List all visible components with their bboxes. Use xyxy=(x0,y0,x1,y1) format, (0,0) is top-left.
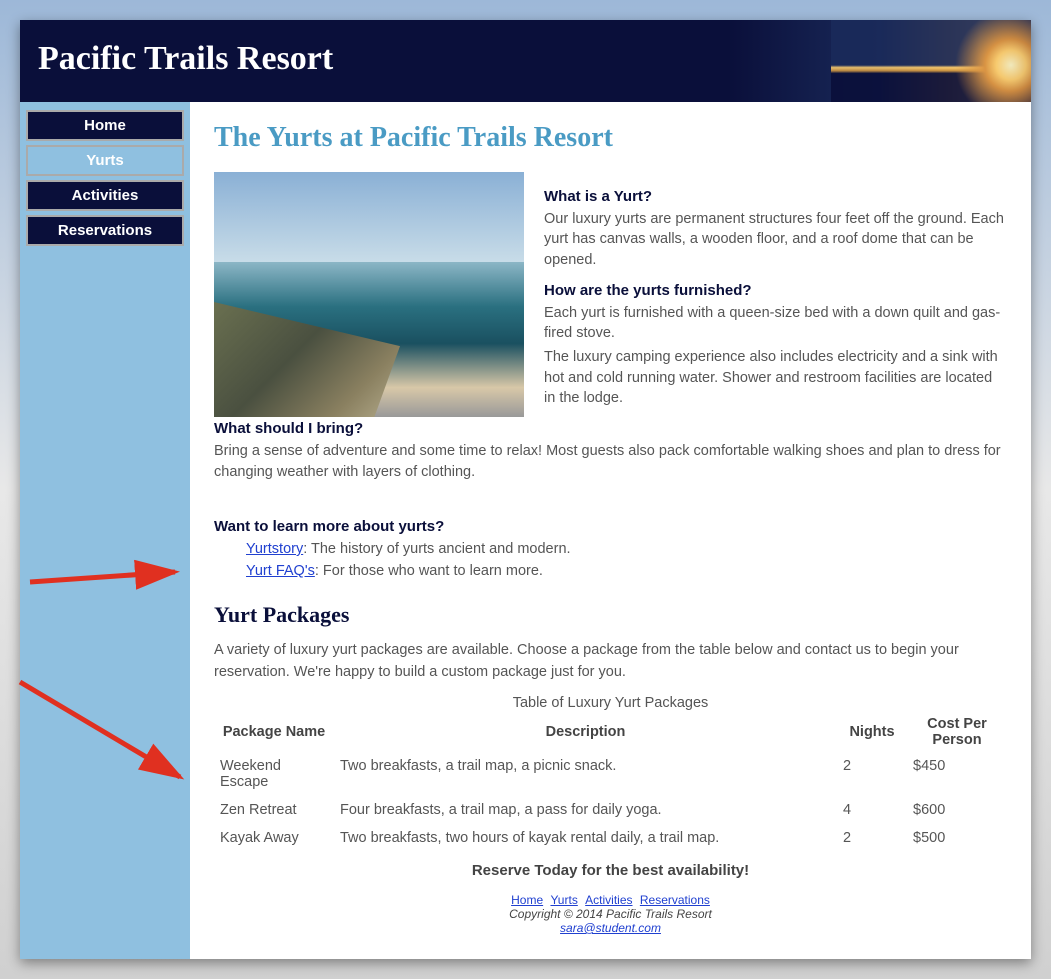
table-cell: $500 xyxy=(907,824,1007,852)
table-header: Cost Per Person xyxy=(907,712,1007,752)
nav-item-home[interactable]: Home xyxy=(26,110,184,141)
table-cell: $450 xyxy=(907,752,1007,796)
table-cell: 2 xyxy=(837,824,907,852)
table-cell: 4 xyxy=(837,796,907,824)
table-cell: Four breakfasts, a trail map, a pass for… xyxy=(334,796,837,824)
yurtfaq-link[interactable]: Yurt FAQ's xyxy=(246,563,315,579)
nav-item-activities[interactable]: Activities xyxy=(26,180,184,211)
site-title: Pacific Trails Resort xyxy=(38,40,1013,78)
table-cell: Zen Retreat xyxy=(214,796,334,824)
faq-q3: What should I bring? xyxy=(214,420,1007,437)
coast-photo xyxy=(214,172,524,417)
table-header: Package Name xyxy=(214,712,334,752)
packages-heading: Yurt Packages xyxy=(214,602,1007,628)
site-header: Pacific Trails Resort xyxy=(20,20,1031,102)
table-row: Zen RetreatFour breakfasts, a trail map,… xyxy=(214,796,1007,824)
main-content: The Yurts at Pacific Trails Resort What … xyxy=(190,102,1031,959)
copyright: Copyright © 2014 Pacific Trails Resort xyxy=(214,907,1007,921)
learn-more-section: Want to learn more about yurts? Yurtstor… xyxy=(214,498,1007,583)
table-row: Weekend EscapeTwo breakfasts, a trail ma… xyxy=(214,752,1007,796)
footer-link-reservations[interactable]: Reservations xyxy=(640,893,710,907)
table-header: Nights xyxy=(837,712,907,752)
page-title: The Yurts at Pacific Trails Resort xyxy=(214,122,1007,154)
table-cell: Two breakfasts, two hours of kayak renta… xyxy=(334,824,837,852)
table-cell: Kayak Away xyxy=(214,824,334,852)
footer-link-home[interactable]: Home xyxy=(511,893,543,907)
footer-link-activities[interactable]: Activities xyxy=(585,893,632,907)
yurtfaq-desc: : For those who want to learn more. xyxy=(315,563,543,579)
footer-email-link[interactable]: sara@student.com xyxy=(560,921,661,935)
nav-item-reservations[interactable]: Reservations xyxy=(26,215,184,246)
table-caption: Table of Luxury Yurt Packages xyxy=(513,695,709,711)
faq-a3: Bring a sense of adventure and some time… xyxy=(214,441,1007,482)
footer-link-yurts[interactable]: Yurts xyxy=(550,893,577,907)
table-cell: Weekend Escape xyxy=(214,752,334,796)
packages-table: Package NameDescriptionNightsCost Per Pe… xyxy=(214,712,1007,852)
table-header: Description xyxy=(334,712,837,752)
table-cell: Two breakfasts, a trail map, a picnic sn… xyxy=(334,752,837,796)
yurtstory-desc: : The history of yurts ancient and moder… xyxy=(303,541,570,557)
packages-intro: A variety of luxury yurt packages are av… xyxy=(214,640,1007,684)
footer: Home Yurts Activities Reservations Copyr… xyxy=(214,889,1007,949)
yurtstory-link[interactable]: Yurtstory xyxy=(246,541,303,557)
table-row: Kayak AwayTwo breakfasts, two hours of k… xyxy=(214,824,1007,852)
reserve-cta: Reserve Today for the best availability! xyxy=(214,862,1007,879)
table-cell: 2 xyxy=(837,752,907,796)
sidebar: Home Yurts Activities Reservations xyxy=(20,102,190,959)
nav-item-yurts[interactable]: Yurts xyxy=(26,145,184,176)
table-cell: $600 xyxy=(907,796,1007,824)
main-nav: Home Yurts Activities Reservations xyxy=(26,110,184,246)
learn-heading: Want to learn more about yurts? xyxy=(214,518,1007,535)
